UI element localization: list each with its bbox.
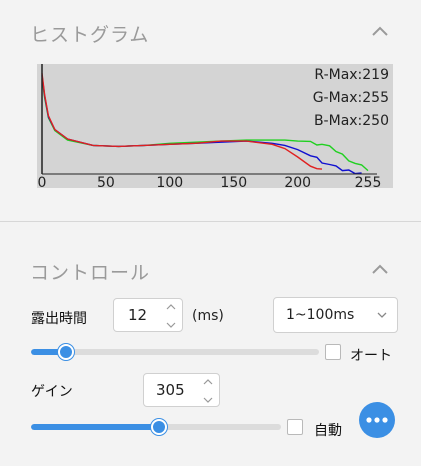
gain-spinbox[interactable]: 305 bbox=[143, 373, 220, 407]
more-options-button[interactable] bbox=[359, 402, 395, 438]
collapse-control-button[interactable] bbox=[370, 262, 390, 276]
control-title: コントロール bbox=[30, 262, 151, 284]
gain-value[interactable]: 305 bbox=[156, 374, 185, 406]
exposure-range-value: 1~100ms bbox=[286, 307, 355, 323]
x-tick-label: 100 bbox=[156, 175, 183, 188]
ellipsis-icon bbox=[366, 417, 388, 423]
exposure-spinbox[interactable]: 12 bbox=[113, 298, 183, 332]
section-divider bbox=[0, 221, 421, 222]
chevron-up-icon bbox=[372, 264, 388, 274]
exposure-auto-label: オート bbox=[350, 348, 392, 364]
gain-label: ゲイン bbox=[31, 384, 73, 400]
exposure-label: 露出時間 bbox=[31, 311, 87, 327]
x-tick-label: 200 bbox=[284, 175, 311, 188]
collapse-histogram-button[interactable] bbox=[370, 24, 390, 38]
r-max-label: R-Max:219 bbox=[314, 67, 389, 83]
x-tick-label: 0 bbox=[38, 175, 47, 188]
gain-auto-label: 自動 bbox=[314, 423, 342, 439]
exposure-auto-checkbox[interactable] bbox=[325, 344, 341, 360]
x-tick-label: 150 bbox=[220, 175, 247, 188]
g-max-label: G-Max:255 bbox=[313, 90, 389, 106]
chevron-down-icon bbox=[377, 312, 387, 318]
gain-slider-fill bbox=[31, 424, 159, 430]
gain-auto-checkbox[interactable] bbox=[287, 419, 303, 435]
x-tick-label: 50 bbox=[97, 175, 115, 188]
histogram-chart: 0 50 100 150 200 255 R-Max:219 G-Max:255 B-Ma… bbox=[37, 64, 393, 188]
exposure-slider[interactable] bbox=[31, 349, 319, 355]
chevron-up-icon bbox=[372, 26, 388, 36]
spin-arrows-icon[interactable] bbox=[166, 302, 176, 330]
exposure-unit: (ms) bbox=[192, 308, 224, 324]
b-max-label: B-Max:250 bbox=[314, 113, 389, 129]
x-tick-label: 255 bbox=[355, 175, 382, 188]
histogram-title: ヒストグラム bbox=[30, 24, 150, 46]
exposure-range-select[interactable]: 1~100ms bbox=[273, 297, 398, 333]
exposure-value[interactable]: 12 bbox=[128, 299, 147, 331]
exposure-slider-thumb[interactable] bbox=[57, 344, 74, 360]
spin-arrows-icon[interactable] bbox=[203, 377, 213, 405]
histogram-svg: 0 50 100 150 200 255 R-Max:219 G-Max:255 B-Ma… bbox=[37, 64, 393, 188]
gain-slider-thumb[interactable] bbox=[150, 419, 167, 435]
